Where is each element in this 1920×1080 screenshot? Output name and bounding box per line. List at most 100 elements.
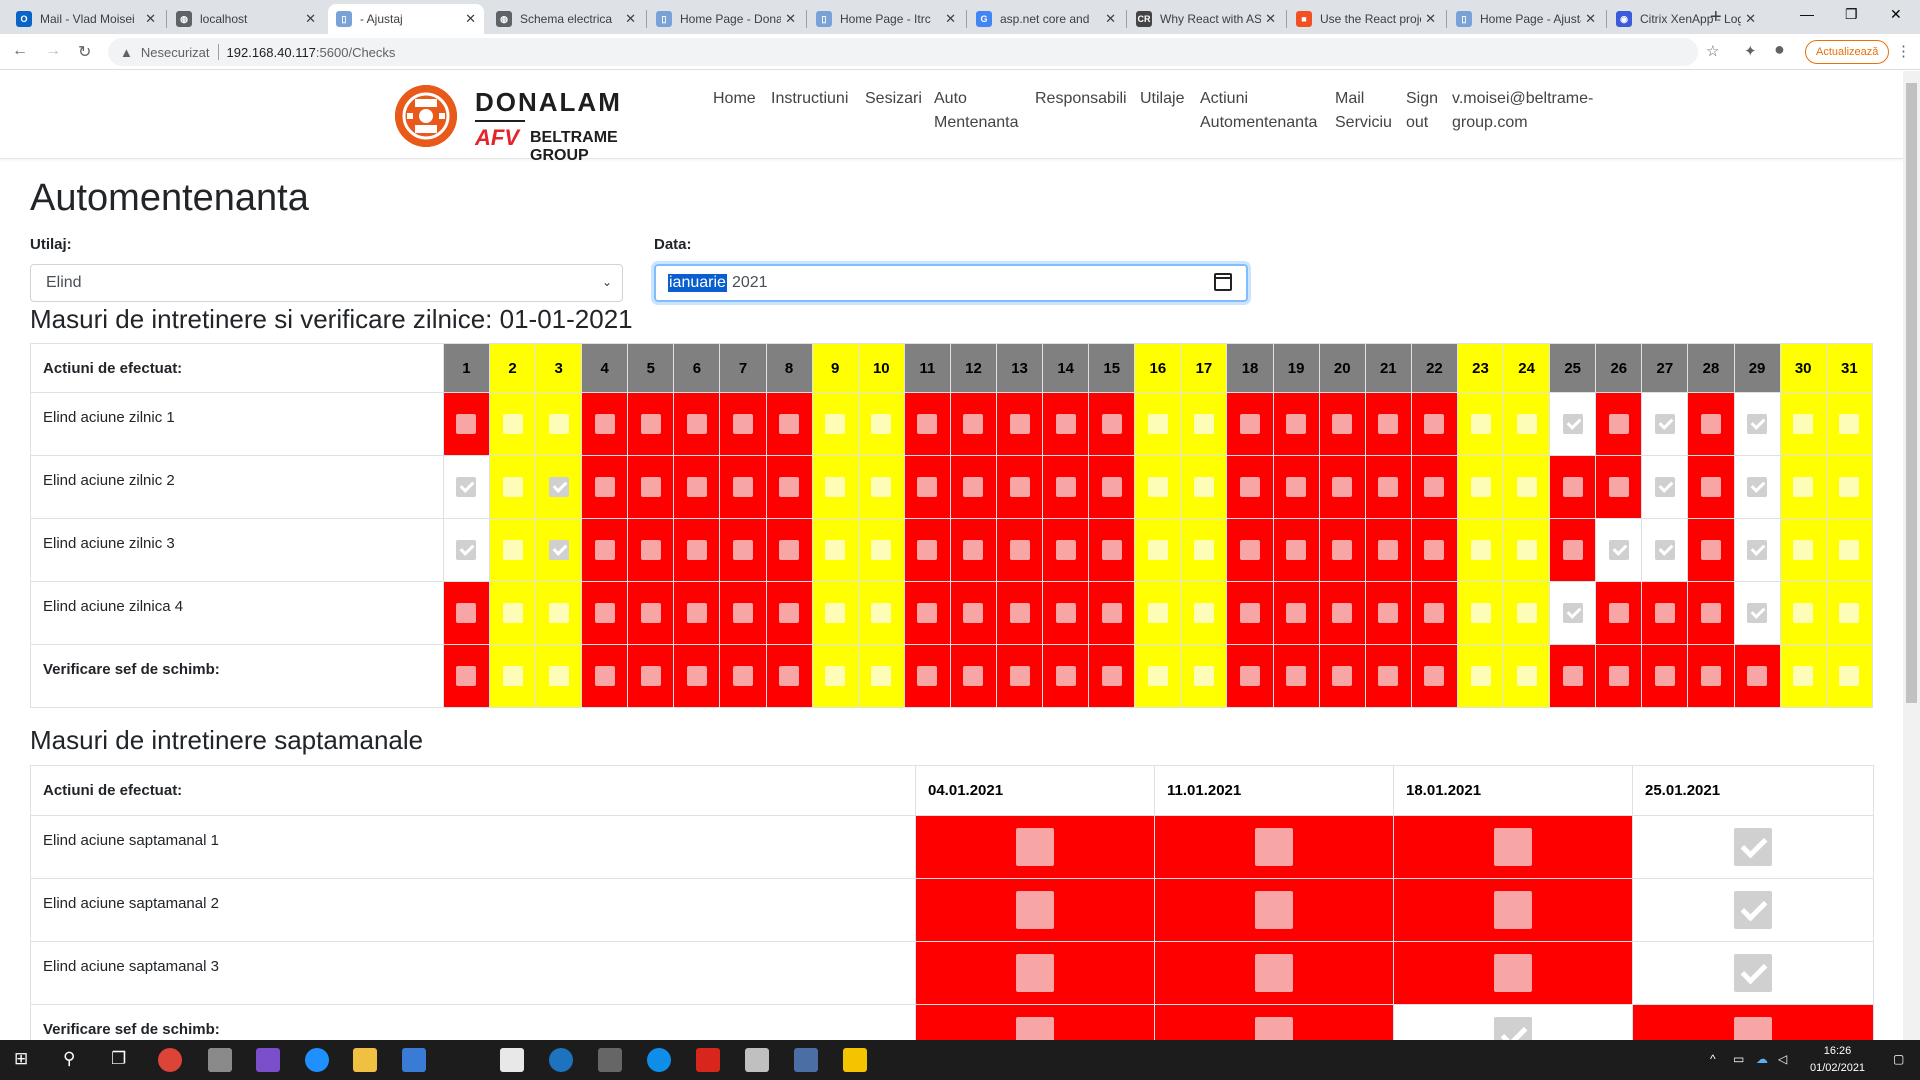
search-icon[interactable]: ⚲: [63, 1049, 75, 1069]
unchecked-checkbox[interactable]: [871, 666, 892, 686]
unchecked-checkbox[interactable]: [1839, 477, 1860, 497]
unchecked-checkbox[interactable]: [963, 666, 984, 686]
unchecked-checkbox[interactable]: [917, 414, 938, 434]
unchecked-checkbox[interactable]: [686, 603, 707, 623]
unchecked-checkbox[interactable]: [1516, 414, 1537, 434]
unchecked-checkbox[interactable]: [1009, 477, 1030, 497]
unchecked-checkbox[interactable]: [1516, 666, 1537, 686]
unchecked-checkbox[interactable]: [1193, 666, 1214, 686]
unchecked-checkbox[interactable]: [871, 477, 892, 497]
chrome-taskbar-icon[interactable]: [158, 1048, 182, 1072]
minimize-icon[interactable]: —: [1800, 6, 1814, 22]
browser-tab[interactable]: ◍ localhost ✕: [168, 4, 324, 34]
unchecked-checkbox[interactable]: [825, 477, 846, 497]
unchecked-checkbox[interactable]: [917, 477, 938, 497]
nav-mail-serviciu[interactable]: Mail Serviciu: [1335, 87, 1405, 135]
unchecked-checkbox[interactable]: [963, 540, 984, 560]
unchecked-checkbox[interactable]: [594, 540, 615, 560]
unchecked-checkbox[interactable]: [1562, 666, 1583, 686]
unchecked-checkbox[interactable]: [1839, 666, 1860, 686]
volume-icon[interactable]: ◁: [1778, 1052, 1787, 1066]
unchecked-checkbox[interactable]: [1240, 414, 1261, 434]
unchecked-checkbox[interactable]: [1009, 603, 1030, 623]
checked-checkbox[interactable]: [1734, 891, 1772, 929]
url-field[interactable]: ▲ Nesecurizat 192.168.40.117:5600/Checks: [108, 38, 1698, 66]
nav-sesizari[interactable]: Sesizari: [865, 87, 922, 111]
unchecked-checkbox[interactable]: [1424, 477, 1445, 497]
unchecked-checkbox[interactable]: [1240, 477, 1261, 497]
browser-tab[interactable]: ▯ Home Page - Itrc ✕: [808, 4, 964, 34]
tray-network-icon[interactable]: ▭: [1733, 1052, 1744, 1066]
new-tab-icon[interactable]: +: [1710, 6, 1722, 29]
update-button[interactable]: Actualizează: [1805, 40, 1890, 64]
unchecked-checkbox[interactable]: [1101, 414, 1122, 434]
unchecked-checkbox[interactable]: [733, 666, 753, 686]
unchecked-checkbox[interactable]: [1470, 477, 1491, 497]
unchecked-checkbox[interactable]: [1470, 603, 1491, 623]
unchecked-checkbox[interactable]: [1286, 540, 1307, 560]
unchecked-checkbox[interactable]: [1255, 891, 1293, 929]
checked-checkbox[interactable]: [1734, 954, 1772, 992]
unchecked-checkbox[interactable]: [1147, 540, 1168, 560]
unchecked-checkbox[interactable]: [1193, 540, 1214, 560]
checked-checkbox[interactable]: [1654, 477, 1675, 497]
unchecked-checkbox[interactable]: [686, 414, 707, 434]
unchecked-checkbox[interactable]: [1470, 666, 1491, 686]
unchecked-checkbox[interactable]: [1286, 603, 1307, 623]
profile-avatar-icon[interactable]: ●: [1774, 39, 1785, 60]
unchecked-checkbox[interactable]: [779, 414, 800, 434]
unchecked-checkbox[interactable]: [825, 603, 846, 623]
windows-start-icon[interactable]: ⊞: [14, 1049, 28, 1069]
unchecked-checkbox[interactable]: [1608, 666, 1629, 686]
unchecked-checkbox[interactable]: [1378, 540, 1399, 560]
unchecked-checkbox[interactable]: [1747, 666, 1768, 686]
unchecked-checkbox[interactable]: [594, 603, 615, 623]
browser-tab[interactable]: ▯ - Ajustaj ✕: [328, 4, 484, 34]
unchecked-checkbox[interactable]: [1332, 603, 1353, 623]
tray-clock[interactable]: 16:26 01/02/2021: [1810, 1043, 1865, 1077]
unchecked-checkbox[interactable]: [1516, 477, 1537, 497]
unchecked-checkbox[interactable]: [1286, 414, 1307, 434]
checked-checkbox[interactable]: [1494, 1017, 1532, 1040]
unchecked-checkbox[interactable]: [686, 477, 707, 497]
viewer-icon[interactable]: [598, 1048, 622, 1072]
unchecked-checkbox[interactable]: [594, 477, 615, 497]
checked-checkbox[interactable]: [1734, 828, 1772, 866]
tab-close-icon[interactable]: ✕: [145, 11, 156, 27]
unchecked-checkbox[interactable]: [686, 540, 707, 560]
unchecked-checkbox[interactable]: [1193, 603, 1214, 623]
unchecked-checkbox[interactable]: [502, 477, 523, 497]
unchecked-checkbox[interactable]: [733, 540, 753, 560]
edge-icon[interactable]: [305, 1048, 329, 1072]
utilaj-select[interactable]: Elind ⌄: [30, 264, 623, 302]
unchecked-checkbox[interactable]: [1654, 603, 1675, 623]
tab-close-icon[interactable]: ✕: [945, 11, 956, 27]
unchecked-checkbox[interactable]: [640, 477, 661, 497]
tab-close-icon[interactable]: ✕: [625, 11, 636, 27]
unchecked-checkbox[interactable]: [1700, 414, 1721, 434]
unchecked-checkbox[interactable]: [1793, 540, 1814, 560]
nav-instructiuni[interactable]: Instructiuni: [771, 87, 848, 111]
unchecked-checkbox[interactable]: [871, 603, 892, 623]
checked-checkbox[interactable]: [456, 540, 477, 560]
unchecked-checkbox[interactable]: [1147, 666, 1168, 686]
ie-icon[interactable]: [549, 1048, 573, 1072]
browser-tab[interactable]: ◍ Schema electrica ✕: [488, 4, 644, 34]
unchecked-checkbox[interactable]: [1101, 477, 1122, 497]
checked-checkbox[interactable]: [1562, 603, 1583, 623]
checked-checkbox[interactable]: [1608, 540, 1629, 560]
date-month-input[interactable]: ianuarie 2021: [654, 264, 1248, 302]
unchecked-checkbox[interactable]: [548, 603, 569, 623]
reload-icon[interactable]: ↻: [78, 42, 91, 62]
unchecked-checkbox[interactable]: [1424, 603, 1445, 623]
tab-close-icon[interactable]: ✕: [1745, 11, 1756, 27]
unchecked-checkbox[interactable]: [1009, 414, 1030, 434]
unchecked-checkbox[interactable]: [1332, 414, 1353, 434]
unchecked-checkbox[interactable]: [1516, 603, 1537, 623]
file-explorer-icon[interactable]: [353, 1048, 377, 1072]
unchecked-checkbox[interactable]: [1255, 828, 1293, 866]
network-tool-icon[interactable]: [794, 1048, 818, 1072]
forward-icon[interactable]: →: [45, 42, 61, 60]
unchecked-checkbox[interactable]: [1009, 540, 1030, 560]
unchecked-checkbox[interactable]: [1494, 828, 1532, 866]
